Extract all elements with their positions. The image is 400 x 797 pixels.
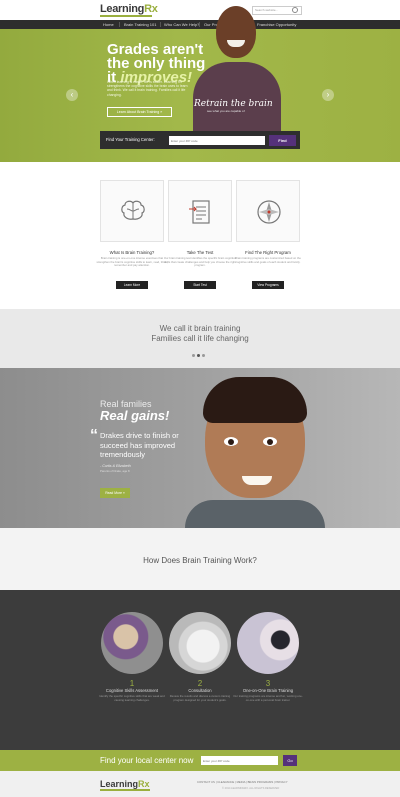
find-center-zip-input[interactable]	[201, 756, 278, 765]
logo[interactable]: LearningRx	[100, 3, 158, 15]
quote-mark-icon: “	[90, 427, 98, 444]
footer-logo-accent: Rx	[138, 779, 150, 789]
consultation-photo	[169, 612, 231, 674]
testimonial-photo-pupil	[267, 439, 273, 445]
carousel-prev-arrow-icon[interactable]: ‹	[66, 89, 78, 101]
hero-photo-shirt	[193, 62, 281, 133]
testimonial-photo-smile	[242, 476, 272, 485]
nav-item-brain-training[interactable]: Brain Training 101	[124, 20, 156, 29]
footer-logo-text: Learning	[100, 779, 139, 789]
learn-about-brain-training-button[interactable]: Learn About Brain Training »	[107, 107, 172, 117]
hero-photo-face	[216, 6, 256, 58]
feature-description: Brain training programs are customized b…	[235, 256, 301, 264]
testimonial-quote: Drakes drive to finish or succeed has im…	[100, 431, 179, 459]
nav-item-home[interactable]: Home	[103, 20, 114, 29]
find-button[interactable]: Find	[269, 135, 296, 146]
step-description: Our training programs are intense and fu…	[233, 694, 303, 702]
carousel-next-arrow-icon[interactable]: ›	[322, 89, 334, 101]
feature-title: Find The Right Program	[245, 250, 291, 255]
feature-description: Our brain training test identifies the s…	[163, 256, 237, 268]
logo-accent: Rx	[144, 3, 158, 15]
testimonial-author: - Curtis & Elizabeth	[100, 464, 131, 468]
hero-body-text: When learning is easier, life is easier.…	[107, 80, 188, 97]
go-button[interactable]: Go	[283, 755, 297, 766]
nav-divider	[119, 22, 120, 27]
how-it-works-title: How Does Brain Training Work?	[143, 556, 257, 565]
testimonial-photo-hair	[203, 377, 307, 423]
step-title: One-on-One Brain Training	[242, 688, 294, 693]
feature-icon-box[interactable]	[100, 180, 164, 242]
nav-item-who-can-we-help[interactable]: Who Can We Help?	[164, 20, 199, 29]
main-nav: Home Brain Training 101 Who Can We Help?…	[0, 20, 400, 29]
logo-text: Learning	[100, 3, 145, 15]
training-center-finder: Find Your Training Center: Find	[100, 131, 300, 149]
finder-label: Find Your Training Center:	[106, 137, 155, 142]
find-center-bar: Find your local center now Go	[0, 750, 400, 771]
testimonial-photo-pupil	[228, 439, 234, 445]
compass-icon	[257, 200, 281, 224]
hero-script-subtext: see what you are capable of	[207, 109, 245, 113]
step-title: Cognitive Skills Assessment	[105, 688, 159, 693]
testimonial-photo-shirt	[185, 500, 325, 528]
carousel-dots	[192, 354, 212, 357]
nav-item-franchise[interactable]: Franchise Opportunity	[257, 20, 296, 29]
carousel-dot[interactable]	[202, 354, 205, 357]
view-programs-button[interactable]: View Programs	[252, 281, 284, 289]
testimonial-heading: Real gains!	[100, 408, 170, 423]
site-footer	[0, 771, 400, 797]
step-number: 1	[129, 679, 135, 688]
assessment-photo	[101, 612, 163, 674]
feature-title: What Is Brain Training?	[109, 250, 155, 255]
find-center-title: Find your local center now	[100, 756, 194, 765]
page: LearningRx Search website... Home Brain …	[0, 0, 400, 797]
testimonial-author-meta: Parents of Drake, age 8	[100, 469, 130, 473]
brain-icon	[121, 200, 145, 220]
start-test-button[interactable]: Start Test	[184, 281, 216, 289]
carousel-dot-active[interactable]	[197, 354, 200, 357]
site-header: LearningRx Search website...	[0, 0, 400, 20]
footer-logo[interactable]: LearningRx	[100, 779, 150, 789]
feature-icon-box[interactable]	[236, 180, 300, 242]
footer-copyright: © 2014 LEARNINGRX. ALL RIGHTS RESERVED	[222, 787, 280, 790]
brain-training-photo	[237, 612, 299, 674]
tagline-line: We call it brain training	[159, 324, 241, 333]
footer-logo-underline	[100, 789, 150, 791]
step-title: Consultation	[188, 688, 212, 693]
search-icon[interactable]	[292, 7, 298, 13]
learn-more-button[interactable]: Learn More	[116, 281, 148, 289]
footer-links[interactable]: CONTACT US | CLEARANCE | MEDIA | BRAIN P…	[197, 780, 288, 784]
nav-divider	[199, 22, 200, 27]
hero-script-text: Retrain the brain	[194, 99, 273, 109]
feature-description: Brain training is one-on-one intense exe…	[96, 256, 168, 268]
step-description: Identify the specific cognitive skills t…	[99, 694, 165, 702]
test-document-icon	[189, 200, 210, 224]
feature-title: Take The Test	[186, 250, 214, 255]
feature-icon-box[interactable]	[168, 180, 232, 242]
step-number: 3	[265, 679, 271, 688]
step-description: Review the results and discuss a custom …	[169, 694, 231, 702]
zip-code-input[interactable]	[169, 136, 265, 145]
nav-divider	[160, 22, 161, 27]
tagline-line: Families call it life changing	[151, 334, 249, 343]
carousel-dot[interactable]	[192, 354, 195, 357]
logo-underline	[100, 15, 152, 17]
step-number: 2	[197, 679, 203, 688]
hero-title: Grades aren't the only thing it improves…	[107, 42, 205, 85]
read-more-button[interactable]: Read More »	[100, 488, 130, 498]
